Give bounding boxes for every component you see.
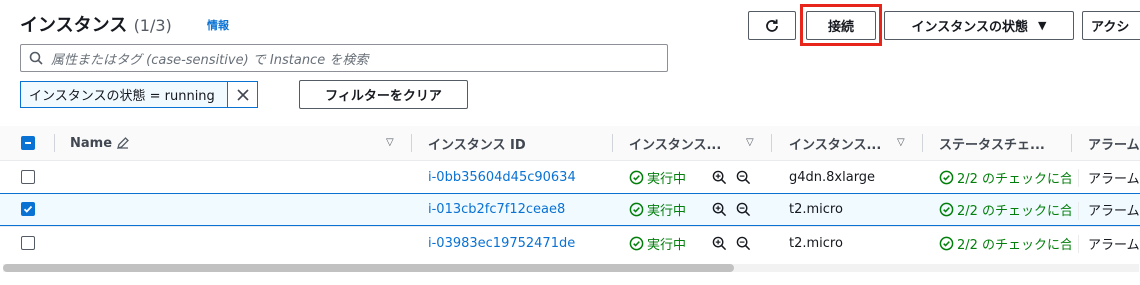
- cell-state: 実行中: [629, 161, 686, 193]
- column-header-instance-id[interactable]: インスタンス ID: [428, 126, 526, 160]
- cell-status-check: 2/2 のチェックに合: [939, 227, 1071, 259]
- cell-state-zoom: [712, 194, 751, 225]
- cell-instance-id-link[interactable]: i-0bb35604d45c90634: [428, 161, 576, 193]
- column-header-state-label: インスタンス...: [629, 137, 722, 153]
- cell-instance-id-link[interactable]: i-03983ec19752471de: [428, 227, 575, 259]
- actions-dropdown[interactable]: アクシ: [1082, 11, 1140, 40]
- search-input[interactable]: 属性またはタグ (case-sensitive) で Instance を検索: [20, 44, 668, 72]
- row-checkbox[interactable]: [21, 202, 35, 216]
- clear-filters-label: フィルターをクリア: [325, 89, 442, 104]
- info-link[interactable]: 情報: [207, 17, 229, 33]
- edit-icon: [117, 137, 129, 149]
- cell-state-label: 実行中: [647, 171, 687, 187]
- cell-status-check: 2/2 のチェックに合: [939, 161, 1071, 193]
- column-header-alarm[interactable]: アラーム: [1088, 126, 1140, 160]
- check-icon: [23, 205, 33, 213]
- column-divider: [1078, 235, 1079, 253]
- check-circle-icon: [629, 236, 644, 250]
- column-header-type-label: インスタンス...: [789, 137, 882, 153]
- cell-instance-type: g4dn.8xlarge: [789, 169, 876, 185]
- cell-state-label: 実行中: [647, 204, 687, 219]
- cell-state-zoom: [712, 161, 751, 193]
- sort-caret-icon[interactable]: ▽: [746, 137, 754, 148]
- row-checkbox[interactable]: [21, 236, 35, 250]
- cell-status-check-label: 2/2 のチェックに合: [957, 204, 1071, 219]
- check-circle-icon: [939, 170, 954, 184]
- cell-status-check-label: 2/2 のチェックに合: [957, 237, 1071, 253]
- refresh-button[interactable]: [748, 11, 796, 40]
- check-circle-icon: [629, 170, 644, 184]
- sort-caret-icon[interactable]: ▽: [897, 137, 905, 148]
- select-all-checkbox[interactable]: [21, 136, 35, 150]
- column-header-name[interactable]: Name: [70, 126, 130, 160]
- column-divider: [922, 134, 923, 152]
- cell-instance-type: t2.micro: [789, 235, 843, 251]
- column-divider: [54, 134, 55, 152]
- column-header-instance-id-label: インスタンス ID: [428, 137, 526, 153]
- table-header-row: Name ▽ インスタンス ID インスタンス... ▽ インスタンス... ▽…: [0, 126, 1140, 160]
- zoom-out-icon[interactable]: [736, 236, 751, 251]
- zoom-in-icon[interactable]: [712, 202, 727, 217]
- cell-status-check-label: 2/2 のチェックに合: [957, 171, 1071, 187]
- instance-state-dropdown[interactable]: インスタンスの状態 ▼: [884, 11, 1074, 40]
- column-divider: [771, 134, 772, 152]
- column-divider: [1071, 134, 1072, 152]
- search-placeholder: 属性またはタグ (case-sensitive) で Instance を検索: [51, 52, 369, 68]
- zoom-in-icon[interactable]: [712, 236, 727, 251]
- check-circle-icon: [629, 202, 644, 217]
- remove-filter-button[interactable]: [228, 82, 257, 107]
- cell-alarm: アラーム: [1088, 237, 1140, 253]
- page-title-text: インスタンス: [20, 15, 128, 36]
- column-header-state[interactable]: インスタンス...: [629, 126, 739, 160]
- cell-instance-type: t2.micro: [789, 202, 843, 217]
- instance-state-label: インスタンスの状態: [911, 20, 1028, 35]
- zoom-out-icon[interactable]: [736, 202, 751, 217]
- refresh-icon: [766, 19, 778, 32]
- sort-caret-icon[interactable]: ▽: [386, 137, 394, 148]
- cell-state-label: 実行中: [647, 237, 687, 253]
- connect-button-highlight: [800, 4, 882, 46]
- cell-state: 実行中: [629, 194, 686, 225]
- column-header-alarm-label: アラーム: [1088, 137, 1140, 153]
- check-circle-icon: [939, 236, 954, 250]
- table-row[interactable]: i-013cb2fc7f12ceae8 実行中 t2.micro 2/2 のチェ…: [0, 193, 1140, 226]
- close-icon: [236, 88, 249, 101]
- column-header-status-check-label: ステータスチェ...: [939, 137, 1045, 153]
- selection-count: (1/3): [133, 16, 172, 35]
- search-icon: [29, 51, 43, 65]
- column-divider: [1078, 202, 1079, 220]
- cell-alarm: アラーム: [1088, 204, 1140, 219]
- cell-state: 実行中: [629, 227, 686, 259]
- cell-status-check: 2/2 のチェックに合: [939, 194, 1071, 225]
- column-header-status-check[interactable]: ステータスチェ...: [939, 126, 1059, 160]
- cell-instance-id-link[interactable]: i-013cb2fc7f12ceae8: [428, 194, 565, 225]
- column-divider: [1078, 169, 1079, 187]
- caret-down-icon: ▼: [1038, 19, 1047, 32]
- filter-token-label: インスタンスの状態 = running: [21, 82, 228, 107]
- row-checkbox[interactable]: [21, 170, 35, 184]
- horizontal-scrollbar-thumb[interactable]: [3, 264, 734, 272]
- cell-state-zoom: [712, 227, 751, 259]
- page-title: インスタンス (1/3): [20, 11, 172, 37]
- column-header-type[interactable]: インスタンス...: [789, 126, 894, 160]
- actions-label: アクシ: [1091, 20, 1130, 35]
- clear-filters-button[interactable]: フィルターをクリア: [299, 80, 468, 109]
- indeterminate-icon: [25, 142, 31, 144]
- filter-token: インスタンスの状態 = running: [20, 81, 258, 108]
- check-circle-icon: [939, 202, 954, 217]
- column-header-name-label: Name: [70, 135, 113, 151]
- table-row[interactable]: i-03983ec19752471de 実行中 t2.micro 2/2 のチェ…: [0, 226, 1140, 259]
- table-row[interactable]: i-0bb35604d45c90634 実行中 g4dn.8xlarge 2/2…: [0, 160, 1140, 193]
- zoom-in-icon[interactable]: [712, 170, 727, 185]
- zoom-out-icon[interactable]: [736, 170, 751, 185]
- column-divider: [411, 134, 412, 152]
- column-divider: [612, 134, 613, 152]
- cell-alarm: アラーム: [1088, 171, 1140, 187]
